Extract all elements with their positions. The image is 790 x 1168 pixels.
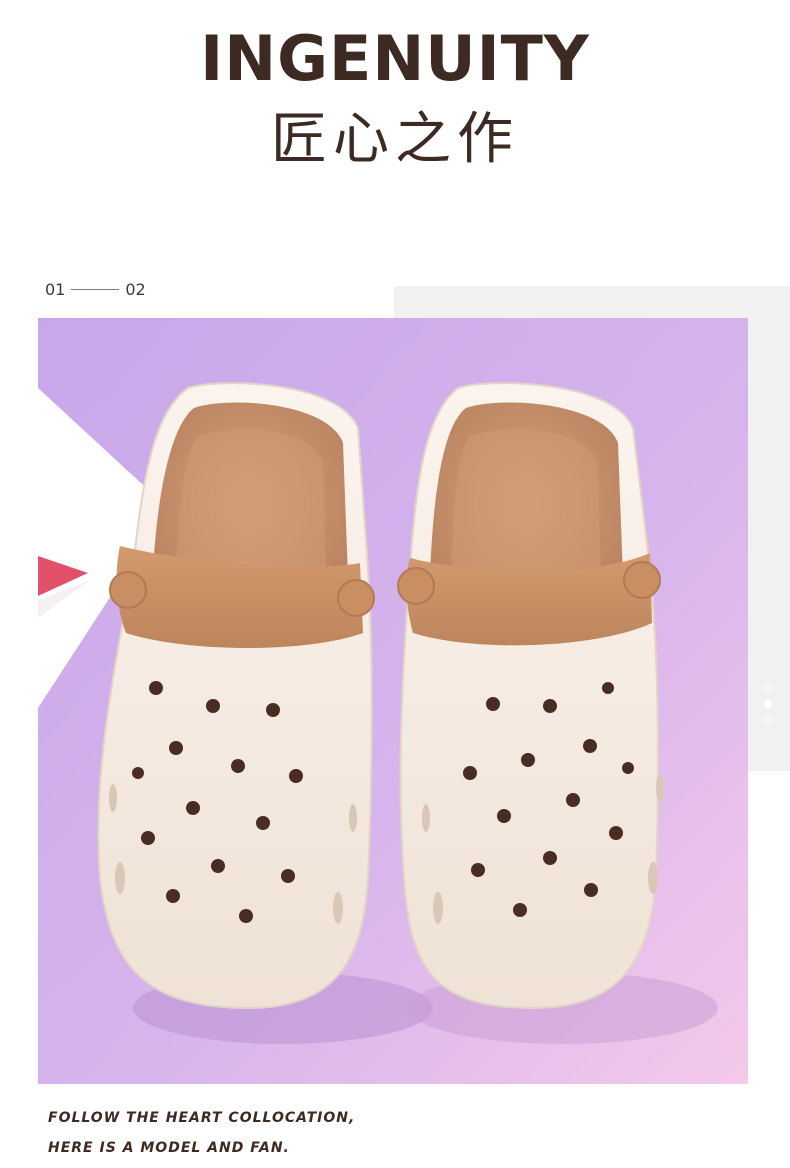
product-photo bbox=[38, 318, 748, 1084]
page-title: INGENUITY bbox=[200, 22, 590, 95]
pager-next: 02 bbox=[125, 279, 146, 299]
carousel-dot[interactable] bbox=[764, 684, 772, 692]
caption-line-2: HERE IS A MODEL AND FAN. bbox=[48, 1140, 290, 1156]
carousel-dot-active[interactable] bbox=[764, 700, 772, 708]
pager-divider bbox=[71, 288, 120, 290]
clogs-illustration bbox=[38, 318, 748, 1084]
pager-current: 01 bbox=[45, 279, 66, 299]
right-clog bbox=[397, 382, 664, 1010]
carousel-dot[interactable] bbox=[764, 716, 772, 724]
caption: FOLLOW THE HEART COLLOCATION, HERE IS A … bbox=[48, 1103, 355, 1163]
page-subtitle: 匠心之作 bbox=[271, 107, 519, 172]
caption-line-1: FOLLOW THE HEART COLLOCATION, bbox=[48, 1110, 356, 1126]
slide-pager: 01 02 bbox=[45, 279, 146, 299]
carousel-dots bbox=[762, 684, 774, 724]
